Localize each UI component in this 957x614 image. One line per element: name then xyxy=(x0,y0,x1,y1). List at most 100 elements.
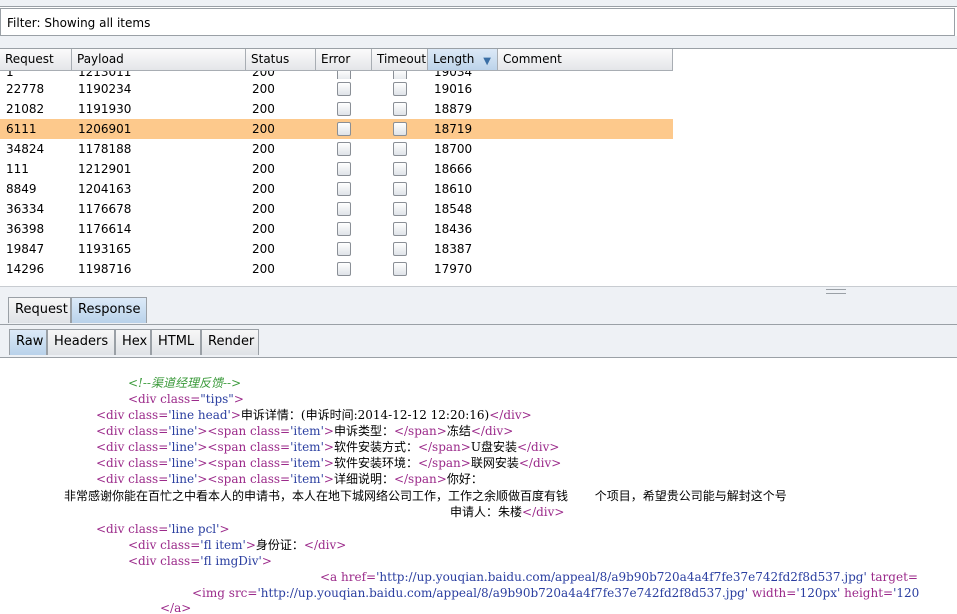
cell-timeout xyxy=(372,179,428,199)
table-row[interactable]: 14296 1198716 200 17970 xyxy=(0,259,673,279)
error-checkbox xyxy=(337,201,351,216)
column-header-comment[interactable]: Comment xyxy=(498,49,673,71)
code-line-comment: <!--渠道经理反馈--> xyxy=(128,376,242,390)
cell-comment xyxy=(498,139,673,159)
cell-status: 200 xyxy=(252,122,275,136)
table-row[interactable]: 6111 1206901 200 18719 xyxy=(0,119,673,139)
cell-payload: 1204163 xyxy=(78,182,132,196)
error-checkbox xyxy=(337,161,351,176)
code-line-head: <div class='line head'>申诉详情：(申诉时间:2014-1… xyxy=(96,408,532,422)
tab-raw[interactable]: Raw xyxy=(9,329,47,355)
timeout-checkbox xyxy=(393,71,407,79)
cell-comment xyxy=(498,239,673,259)
timeout-checkbox xyxy=(393,81,407,96)
cell-request: 34824 xyxy=(6,142,45,156)
tab-request[interactable]: Request xyxy=(8,297,71,323)
tab-render[interactable]: Render xyxy=(201,329,259,355)
error-checkbox xyxy=(337,71,351,79)
cell-status: 200 xyxy=(252,202,275,216)
table-header: Request Payload Status Error Timeout Len… xyxy=(0,49,673,71)
code-line-anchor-close: </a> xyxy=(160,601,192,614)
cell-status: 200 xyxy=(252,242,275,256)
timeout-checkbox xyxy=(393,161,407,176)
cell-request: 36398 xyxy=(6,222,45,236)
cell-comment xyxy=(498,199,673,219)
column-header-status[interactable]: Status xyxy=(246,49,316,71)
cell-payload: 1212901 xyxy=(78,162,132,176)
cell-timeout xyxy=(372,139,428,159)
table-row[interactable]: 22778 1190234 200 19016 xyxy=(0,79,673,99)
table-row[interactable]: 34824 1178188 200 18700 xyxy=(0,139,673,159)
table-row-partial[interactable]: 1 1213011 200 19034 xyxy=(0,71,673,79)
cell-timeout xyxy=(372,259,428,279)
timeout-checkbox xyxy=(393,201,407,216)
cell-error xyxy=(316,199,372,219)
cell-payload: 1190234 xyxy=(78,82,132,96)
cell-payload: 1213011 xyxy=(78,71,132,79)
timeout-checkbox xyxy=(393,241,407,256)
cell-status: 200 xyxy=(252,82,275,96)
tab-headers[interactable]: Headers xyxy=(47,329,115,355)
cell-timeout xyxy=(372,199,428,219)
code-line-applicant: 申请人：朱楼</div> xyxy=(450,505,565,519)
cell-comment xyxy=(498,79,673,99)
code-line-appeal-text: 非常感谢你能在百忙之中看本人的申请书，本人在地下城网络公司工作，工作之余顺做百度… xyxy=(64,489,787,503)
results-table[interactable]: Request Payload Status Error Timeout Len… xyxy=(0,48,957,287)
cell-status: 200 xyxy=(252,71,275,79)
error-checkbox xyxy=(337,101,351,116)
tab-html[interactable]: HTML xyxy=(151,329,201,355)
cell-error xyxy=(316,239,372,259)
cell-comment xyxy=(498,71,673,79)
table-row[interactable]: 19847 1193165 200 18387 xyxy=(0,239,673,259)
cell-payload: 1191930 xyxy=(78,102,132,116)
cell-length: 18879 xyxy=(434,102,473,116)
cell-timeout xyxy=(372,219,428,239)
cell-payload: 1176678 xyxy=(78,202,132,216)
code-line-id-label: <div class='fl item'>身份证：</div> xyxy=(128,538,347,552)
code-line-detail: <div class='line'><span class='item'>详细说… xyxy=(96,472,483,486)
code-line-anchor: <a href='http://up.youqian.baidu.com/app… xyxy=(320,570,918,584)
column-header-payload[interactable]: Payload xyxy=(72,49,246,71)
cell-timeout xyxy=(372,159,428,179)
filter-gap xyxy=(0,36,957,48)
column-header-timeout[interactable]: Timeout xyxy=(372,49,428,71)
top-strip xyxy=(0,0,957,7)
cell-timeout xyxy=(372,119,428,139)
cell-payload: 1198716 xyxy=(78,262,132,276)
column-header-length[interactable]: Length ▼ xyxy=(428,49,498,71)
table-row[interactable]: 21082 1191930 200 18879 xyxy=(0,99,673,119)
filter-bar[interactable]: Filter: Showing all items xyxy=(0,8,955,36)
tab-response[interactable]: Response xyxy=(71,297,147,323)
column-header-length-label: Length xyxy=(433,52,475,66)
cell-comment xyxy=(498,259,673,279)
cell-length: 19034 xyxy=(434,71,473,79)
column-header-request[interactable]: Request xyxy=(0,49,72,71)
cell-error xyxy=(316,139,372,159)
table-row[interactable]: 36398 1176614 200 18436 xyxy=(0,219,673,239)
column-header-error[interactable]: Error xyxy=(316,49,372,71)
cell-length: 18436 xyxy=(434,222,473,236)
cell-payload: 1193165 xyxy=(78,242,132,256)
cell-request: 1 xyxy=(6,71,14,79)
table-row[interactable]: 8849 1204163 200 18610 xyxy=(0,179,673,199)
cell-request: 14296 xyxy=(6,262,45,276)
table-row[interactable]: 111 1212901 200 18666 xyxy=(0,159,673,179)
tab-hex[interactable]: Hex xyxy=(115,329,151,355)
cell-error xyxy=(316,259,372,279)
error-checkbox xyxy=(337,141,351,156)
cell-request: 19847 xyxy=(6,242,45,256)
code-line-imgdiv: <div class='fl imgDiv'> xyxy=(128,554,272,568)
cell-length: 18700 xyxy=(434,142,473,156)
cell-request: 22778 xyxy=(6,82,45,96)
cell-payload: 1176614 xyxy=(78,222,132,236)
cell-timeout xyxy=(372,71,428,79)
cell-request: 111 xyxy=(6,162,29,176)
cell-length: 18387 xyxy=(434,242,473,256)
response-raw-view[interactable]: <!--渠道经理反馈--> <div class="tips"> <div cl… xyxy=(0,358,957,614)
timeout-checkbox xyxy=(393,261,407,276)
code-line-tips: <div class="tips"> xyxy=(128,392,244,406)
table-row[interactable]: 36334 1176678 200 18548 xyxy=(0,199,673,219)
cell-error xyxy=(316,79,372,99)
cell-status: 200 xyxy=(252,142,275,156)
cell-request: 6111 xyxy=(6,122,37,136)
